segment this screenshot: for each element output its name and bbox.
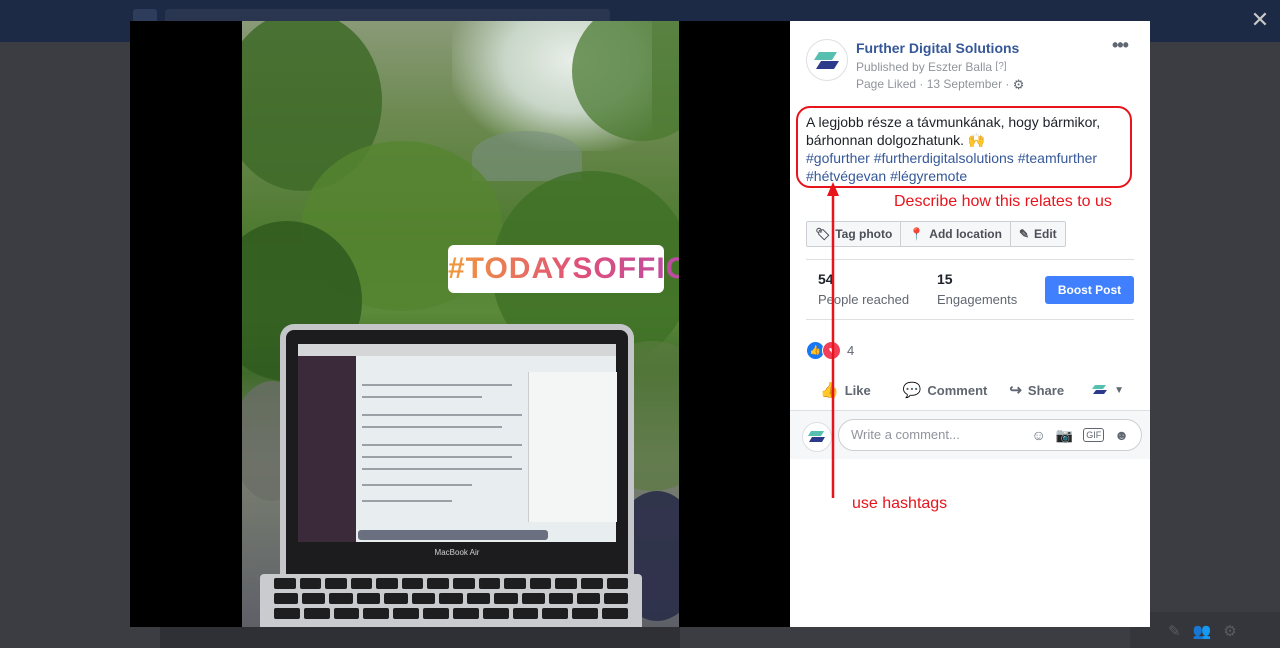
- text-line: [362, 456, 512, 458]
- people-reached-label: People reached: [818, 292, 910, 307]
- hashtag-link[interactable]: #légyremote: [890, 168, 967, 184]
- like-button[interactable]: 👍 Like: [820, 381, 871, 399]
- engagements-count: 15: [937, 271, 953, 287]
- mac-dock: [358, 530, 548, 540]
- thumbs-up-icon: 👍: [820, 382, 839, 399]
- hashtag-link[interactable]: #gofurther: [806, 150, 870, 166]
- post-photo[interactable]: #TODAYSOFFICE MacBook Air: [242, 21, 679, 627]
- hashtag-link[interactable]: #hétvégevan: [806, 168, 886, 184]
- post-text: A legjobb része a távmunkának, hogy bárm…: [806, 113, 1136, 185]
- comment-placeholder: Write a comment...: [851, 427, 960, 442]
- photo-actions: 🏷 Tag photo 📍 Add location ✎ Edit: [806, 221, 1066, 247]
- divider: [806, 319, 1134, 320]
- camera-icon[interactable]: 📷: [1056, 420, 1073, 450]
- love-reaction-icon: ♥: [822, 341, 841, 360]
- comment-button[interactable]: 💬 Comment: [903, 381, 988, 399]
- hashtag-link[interactable]: #teamfurther: [1018, 150, 1097, 166]
- annotation-describe: Describe how this relates to us: [894, 193, 1112, 210]
- published-by-text: Published by Eszter Balla: [856, 60, 993, 74]
- text-line: [362, 468, 522, 470]
- boost-post-button[interactable]: Boost Post: [1045, 276, 1134, 304]
- text-line: [362, 426, 502, 428]
- commenter-avatar: [802, 422, 832, 452]
- post-details-panel: Further Digital Solutions Published by E…: [790, 21, 1150, 627]
- published-by: Published by Eszter Balla [?]: [856, 60, 1007, 74]
- comment-label: Comment: [927, 382, 988, 398]
- post-body: A legjobb része a távmunkának, hogy bárm…: [806, 114, 1101, 148]
- macbook-label: MacBook Air: [434, 548, 480, 557]
- text-line: [362, 396, 482, 398]
- share-button[interactable]: ↪ Share: [1009, 381, 1064, 399]
- more-options-button[interactable]: •••: [1112, 35, 1129, 56]
- comment-input[interactable]: Write a comment... ☺ 📷 GIF ☻: [838, 419, 1142, 451]
- tag-photo-label: Tag photo: [835, 227, 893, 241]
- share-arrow-icon: ↪: [1009, 382, 1022, 399]
- like-label: Like: [844, 382, 871, 398]
- close-viewer-button[interactable]: ✕: [1248, 8, 1272, 32]
- add-location-label: Add location: [929, 227, 1002, 241]
- compose-icon[interactable]: ✎: [1168, 622, 1181, 640]
- laptop-display: [298, 344, 617, 542]
- location-pin-icon: 📍: [909, 227, 925, 241]
- post-meta: Page Liked · 13 September · ⚙: [856, 77, 1024, 93]
- add-location-button[interactable]: 📍 Add location: [901, 222, 1011, 246]
- sticker-icon[interactable]: ☻: [1114, 420, 1129, 450]
- edit-label: Edit: [1034, 227, 1057, 241]
- text-line: [362, 484, 472, 486]
- divider: [806, 259, 1134, 260]
- photo-stage[interactable]: #TODAYSOFFICE MacBook Air: [130, 21, 790, 627]
- tag-icon: 🏷: [815, 227, 831, 241]
- engagements-label: Engagements: [937, 292, 1018, 307]
- share-label: Share: [1027, 382, 1065, 398]
- tag-photo-button[interactable]: 🏷 Tag photo: [807, 222, 902, 246]
- annotation-hashtags: use hashtags: [852, 495, 948, 512]
- gear-icon[interactable]: ⚙: [1013, 77, 1025, 93]
- browser-tabs: [298, 344, 616, 356]
- text-line: [362, 414, 522, 416]
- gif-icon[interactable]: GIF: [1083, 428, 1105, 442]
- post-hashtags: #gofurther #furtherdigitalsolutions #tea…: [806, 149, 1136, 185]
- people-reached-count: 54: [818, 271, 834, 287]
- text-line: [362, 500, 452, 502]
- reactions-count: 4: [847, 343, 855, 358]
- gear-icon[interactable]: ⚙: [1223, 622, 1236, 640]
- laptop-keyboard: [260, 574, 642, 627]
- help-link[interactable]: [?]: [995, 61, 1006, 72]
- further-logo-icon: [814, 52, 839, 69]
- speech-bubble-icon: 💬: [902, 382, 922, 399]
- further-logo-icon: [808, 431, 825, 442]
- page-avatar[interactable]: [806, 39, 848, 81]
- pencil-icon: ✎: [1018, 227, 1030, 241]
- chevron-down-icon: ▼: [1114, 384, 1124, 396]
- text-line: [362, 444, 522, 446]
- reactions-summary[interactable]: 👍 ♥ 4: [806, 341, 854, 360]
- post-action-bar: 👍 Like 💬 Comment ↪ Share ▼: [806, 379, 1134, 401]
- post-as-selector[interactable]: ▼: [1092, 383, 1124, 397]
- further-logo-icon: [1092, 385, 1108, 394]
- text-line: [362, 384, 512, 386]
- background-post-card: [160, 626, 680, 648]
- todaysoffice-sticker: #TODAYSOFFICE: [448, 245, 679, 293]
- edit-button[interactable]: ✎ Edit: [1011, 222, 1065, 246]
- hashtag-link[interactable]: #furtherdigitalsolutions: [874, 150, 1014, 166]
- app-sidebar: [298, 356, 356, 542]
- people-icon[interactable]: 👥: [1193, 622, 1212, 640]
- emoji-icon[interactable]: ☺: [1032, 420, 1046, 450]
- comment-composer: Write a comment... ☺ 📷 GIF ☻: [790, 410, 1150, 459]
- post-meta-text: Page Liked · 13 September ·: [856, 77, 1010, 91]
- app-details-pane: [528, 372, 617, 522]
- laptop-screen: MacBook Air: [280, 324, 634, 580]
- page-name-link[interactable]: Further Digital Solutions: [856, 40, 1019, 56]
- chat-bar-icons: ✎ 👥 ⚙: [1168, 622, 1237, 640]
